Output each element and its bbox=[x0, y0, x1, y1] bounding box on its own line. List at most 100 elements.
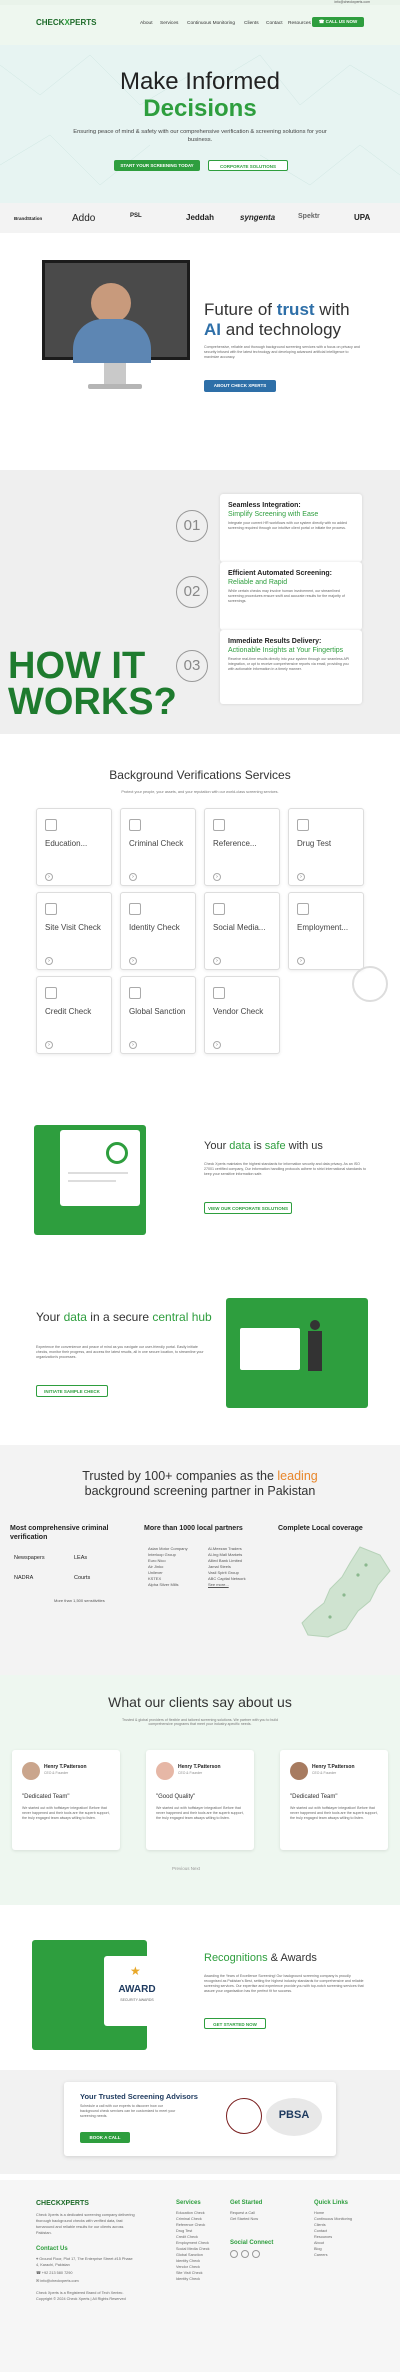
nav-item-clients[interactable]: Clients bbox=[244, 21, 259, 26]
partner-logo: Spektr bbox=[298, 213, 320, 220]
arrow-icon[interactable]: › bbox=[45, 957, 53, 965]
logo-part-a: CHECK bbox=[36, 18, 65, 27]
safe-title-d: safe bbox=[264, 1140, 286, 1152]
pbsa-seal-icon bbox=[226, 2098, 262, 2134]
drug-test-icon bbox=[297, 819, 309, 831]
instagram-icon[interactable] bbox=[241, 2250, 249, 2258]
footer-email[interactable]: ✉ info@checkxperts.com bbox=[36, 2278, 79, 2284]
service-card[interactable]: Site Visit Check › bbox=[36, 892, 112, 970]
advisor-title: Your Trusted Screening Advisors bbox=[80, 2092, 198, 2101]
get-started-button[interactable]: GET STARTED NOW bbox=[204, 2018, 266, 2029]
service-card[interactable]: Reference... › bbox=[204, 808, 280, 886]
star-icon: ★ bbox=[130, 1964, 141, 1978]
partner-logo: UPA bbox=[354, 213, 371, 222]
service-card[interactable]: Identity Check › bbox=[120, 892, 196, 970]
nav-item-contact[interactable]: Contact bbox=[266, 21, 283, 26]
service-card-title: Global Sanction bbox=[129, 1007, 186, 1016]
services-footer-list: Education Check Criminal Check Reference… bbox=[176, 2210, 230, 2282]
vendor-icon bbox=[213, 987, 225, 999]
award-label: AWARD bbox=[118, 1984, 156, 1995]
reviewer-name: Henry T.Patterson bbox=[178, 1764, 221, 1770]
pakistan-map bbox=[301, 1546, 391, 1638]
start-screening-button[interactable]: START YOUR SCREENING TODAY bbox=[114, 160, 200, 171]
trusted-title-b: leading bbox=[277, 1469, 318, 1483]
partners-column-title: More than 1000 local partners bbox=[144, 1525, 243, 1532]
person-head bbox=[91, 283, 131, 323]
step-card: Efficient Automated Screening: Reliable … bbox=[220, 562, 362, 630]
service-card[interactable]: Vendor Check › bbox=[204, 976, 280, 1054]
reviewer-role: CEO & Founder bbox=[44, 1771, 69, 1775]
step-card: Seamless Integration: Simplify Screening… bbox=[220, 494, 362, 562]
footer-link[interactable]: Get Started Now bbox=[230, 2216, 290, 2222]
service-card[interactable]: Credit Check › bbox=[36, 976, 112, 1054]
safe-title-b: data bbox=[229, 1140, 251, 1152]
service-card[interactable]: Employment... › bbox=[288, 892, 364, 970]
review-quote: "Dedicated Team" bbox=[290, 1794, 338, 1800]
book-call-button[interactable]: BOOK A CALL bbox=[80, 2132, 130, 2143]
person-shirt bbox=[73, 319, 151, 363]
arrow-icon[interactable]: › bbox=[213, 873, 221, 881]
social-heading: Social Connect bbox=[230, 2240, 274, 2246]
footer-link[interactable]: Identity Check bbox=[176, 2276, 230, 2282]
arrow-icon[interactable]: › bbox=[45, 1041, 53, 1049]
see-more-link[interactable]: See more... bbox=[208, 1582, 274, 1588]
arrow-icon[interactable]: › bbox=[45, 873, 53, 881]
logo[interactable]: CHECKXPERTS bbox=[36, 18, 96, 27]
call-us-button[interactable]: ☎ CALL US NOW bbox=[312, 17, 364, 27]
partner-logo: PSL bbox=[130, 213, 142, 219]
footer-logo[interactable]: CHECKXPERTS bbox=[36, 2200, 89, 2207]
certificate-line bbox=[68, 1172, 128, 1174]
reference-icon bbox=[213, 819, 225, 831]
arrow-icon[interactable]: › bbox=[213, 957, 221, 965]
partners-list-right: Al-Meezan Traders Al-Ing Mall Markets Al… bbox=[208, 1546, 274, 1588]
testimonials-title: What our clients say about us bbox=[108, 1694, 292, 1710]
nav-item-resources[interactable]: Resources bbox=[288, 21, 311, 26]
person-body bbox=[308, 1331, 322, 1371]
arrow-icon[interactable]: › bbox=[129, 873, 137, 881]
reviewer-name: Henry T.Patterson bbox=[312, 1764, 355, 1770]
corporate-solutions-link[interactable]: VIEW OUR CORPORATE SOLUTIONS bbox=[204, 1202, 292, 1214]
service-card-title: Social Media... bbox=[213, 923, 266, 932]
logo-part-b: PERTS bbox=[69, 18, 97, 27]
nav-item-about[interactable]: About bbox=[140, 21, 153, 26]
trust-title-c: with bbox=[319, 300, 350, 319]
safe-heading: Your data is safe with us bbox=[204, 1140, 323, 1152]
arrow-icon[interactable]: › bbox=[297, 873, 305, 881]
service-card-title: Drug Test bbox=[297, 839, 332, 848]
review-body: We started out with hoffstayer integrati… bbox=[22, 1806, 110, 1820]
arrow-icon[interactable]: › bbox=[129, 957, 137, 965]
footer-link[interactable]: Careers bbox=[314, 2252, 374, 2258]
service-card[interactable]: Education... › bbox=[36, 808, 112, 886]
linkedin-icon[interactable] bbox=[252, 2250, 260, 2258]
service-card[interactable]: Criminal Check › bbox=[120, 808, 196, 886]
service-card[interactable]: Drug Test › bbox=[288, 808, 364, 886]
nav-item-monitoring[interactable]: Continuous Monitoring bbox=[187, 21, 235, 26]
service-card[interactable]: Social Media... › bbox=[204, 892, 280, 970]
reviewer-role: CEO & Founder bbox=[312, 1771, 337, 1775]
service-card-title: Credit Check bbox=[45, 1007, 92, 1016]
about-button[interactable]: ABOUT CHECK XPERTS bbox=[204, 380, 276, 392]
awards-body: Awarding the Years of Excellence Screeni… bbox=[204, 1974, 364, 1993]
corporate-solutions-button[interactable]: CORPORATE SOLUTIONS bbox=[208, 160, 288, 171]
step-number: 03 bbox=[176, 650, 208, 682]
award-badge-card: ★ AWARD SECURITY AWARDS bbox=[104, 1956, 170, 2026]
trust-body: Comprehensive, reliable and thorough bac… bbox=[204, 345, 360, 359]
facebook-icon[interactable] bbox=[230, 2250, 238, 2258]
carousel-nav[interactable]: Previous Next bbox=[172, 1866, 200, 1871]
review-quote: "Dedicated Team" bbox=[22, 1794, 70, 1800]
step-card: Immediate Results Delivery: Actionable I… bbox=[220, 630, 362, 704]
contact-heading: Contact Us bbox=[36, 2246, 68, 2252]
footer-about: Check Xperts is a dedicated screening co… bbox=[36, 2213, 135, 2235]
footer-phone[interactable]: ☎ +92 213 580 7290 bbox=[36, 2270, 73, 2276]
arrow-icon[interactable]: › bbox=[213, 1041, 221, 1049]
service-card[interactable]: Global Sanction › bbox=[120, 976, 196, 1054]
initiate-check-button[interactable]: INITIATE SAMPLE CHECK bbox=[36, 1385, 108, 1397]
step-number: 01 bbox=[176, 510, 208, 542]
arrow-icon[interactable]: › bbox=[297, 957, 305, 965]
nav-item-services[interactable]: Services bbox=[160, 21, 178, 26]
step-title: Seamless Integration: bbox=[228, 502, 301, 509]
arrow-icon[interactable]: › bbox=[129, 1041, 137, 1049]
topbar-email[interactable]: info@checkxperts.com bbox=[335, 0, 370, 4]
data-body: Experience the convenience and peace of … bbox=[36, 1345, 204, 1359]
employment-icon bbox=[297, 903, 309, 915]
